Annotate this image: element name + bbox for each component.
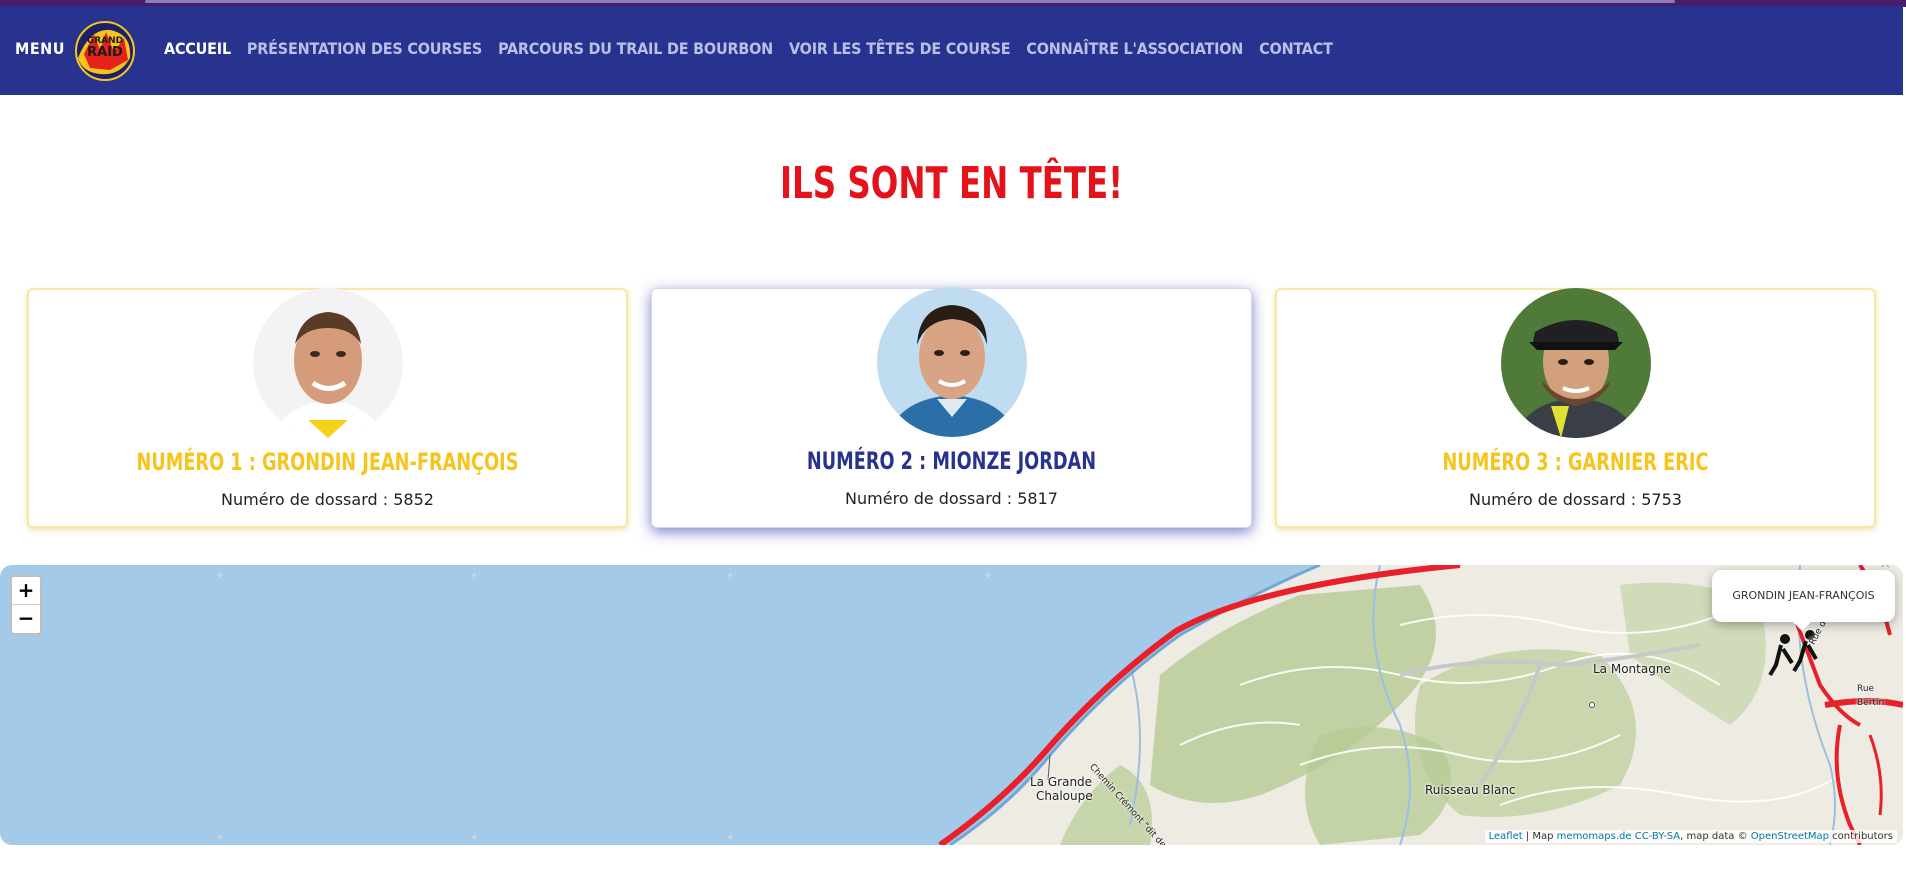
nav-link-0[interactable]: ACCUEIL (164, 39, 231, 58)
leaflet-link[interactable]: Leaflet (1489, 831, 1523, 842)
svg-text:✦: ✦ (726, 833, 734, 844)
nav-link-3[interactable]: VOIR LES TÊTES DE COURSE (789, 39, 1011, 58)
race-map[interactable]: ✦ ✦ ✦ ✦ ✦ ✦ ✦ + − La Montagne La Grande Chalo… (0, 565, 1903, 845)
leader-2-name: NUMÉRO 2 : MIONZE JORDAN (806, 447, 1097, 475)
leader-1-bib: Numéro de dossard : 5852 (221, 490, 434, 509)
leader-2-photo (876, 287, 1027, 437)
openstreetmap-link[interactable]: OpenStreetMap (1751, 831, 1829, 842)
svg-text:RAID: RAID (87, 45, 123, 60)
leader-1-name: NUMÉRO 1 : GRONDIN JEAN-FRANÇOIS (136, 448, 519, 476)
nav-links: ACCUEIL PRÉSENTATION DES COURSES PARCOURS … (164, 39, 1349, 58)
main-navbar: MENU RAID GRAND ACCUEIL PRÉSENTATION DES … (0, 6, 1903, 95)
leader-1-photo (252, 288, 403, 438)
popup-close-icon[interactable]: × (1879, 565, 1891, 574)
nav-link-2[interactable]: PARCOURS DU TRAIL DE BOURBON (498, 39, 773, 58)
svg-text:GRAND: GRAND (87, 36, 123, 46)
nav-link-4[interactable]: CONNAÎTRE L'ASSOCIATION (1026, 39, 1243, 58)
popup-text: GRONDIN JEAN-FRANÇOIS (1732, 589, 1875, 602)
zoom-in-button[interactable]: + (12, 577, 40, 605)
svg-text:✦: ✦ (216, 571, 224, 582)
leader-3-photo (1500, 288, 1651, 438)
place-la-montagne: La Montagne (1593, 662, 1671, 676)
leader-3-bib: Numéro de dossard : 5753 (1469, 490, 1682, 509)
memomaps-link[interactable]: memomaps.de CC-BY-SA (1557, 831, 1680, 842)
grand-raid-logo[interactable]: RAID GRAND (70, 20, 140, 82)
leader-card-1: NUMÉRO 1 : GRONDIN JEAN-FRANÇOIS Numéro … (27, 288, 628, 528)
place-la-grande-chaloupe-2: Chaloupe (1036, 789, 1093, 803)
attribution-sep-1: | Map (1522, 831, 1557, 842)
top-scroll-bar (145, 0, 1675, 3)
place-la-grande-chaloupe-1: La Grande (1030, 775, 1093, 789)
nav-link-5[interactable]: CONTACT (1259, 39, 1333, 58)
svg-text:✦: ✦ (216, 833, 224, 844)
leader-2-bib: Numéro de dossard : 5817 (845, 489, 1058, 508)
zoom-out-button[interactable]: − (12, 605, 40, 633)
svg-text:✦: ✦ (984, 571, 992, 582)
svg-text:✦: ✦ (470, 571, 478, 582)
leader-card-2: NUMÉRO 2 : MIONZE JORDAN Numéro de dossa… (651, 287, 1252, 528)
attribution-tail: contributors (1829, 831, 1893, 842)
place-rue-bertin: Rue Bertin (1857, 684, 1885, 708)
leader-card-3: NUMÉRO 3 : GARNIER ERIC Numéro de dossar… (1275, 288, 1876, 528)
place-ruisseau-blanc: Ruisseau Blanc (1425, 783, 1516, 797)
popup-tip (1792, 621, 1812, 631)
map-popup: GRONDIN JEAN-FRANÇOIS × (1712, 565, 1895, 631)
page-heading: ILS SONT EN TÊTE! (779, 158, 1124, 209)
menu-button[interactable]: MENU (15, 39, 65, 58)
map-attribution: Leaflet | Map memomaps.de CC-BY-SA, map … (1484, 830, 1897, 843)
attribution-sep-2: , map data © (1680, 831, 1751, 842)
zoom-control: + − (10, 575, 42, 635)
nav-link-1[interactable]: PRÉSENTATION DES COURSES (247, 39, 482, 58)
svg-text:✦: ✦ (726, 571, 734, 582)
svg-text:✦: ✦ (470, 833, 478, 844)
leader-3-name: NUMÉRO 3 : GARNIER ERIC (1442, 448, 1709, 476)
map-tiles[interactable]: ✦ ✦ ✦ ✦ ✦ ✦ ✦ (0, 565, 1903, 845)
